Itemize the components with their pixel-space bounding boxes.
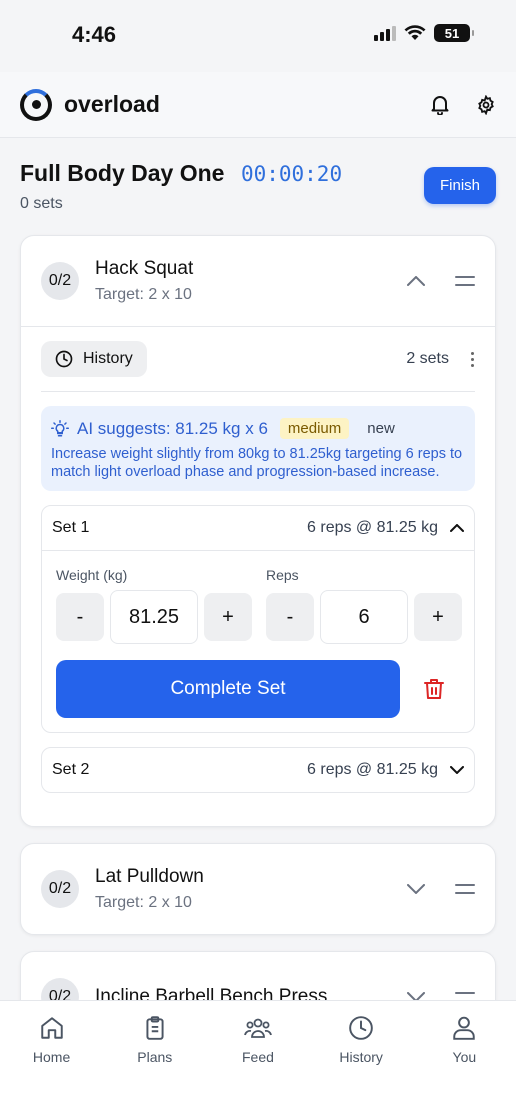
exercise-name: Lat Pulldown	[95, 866, 204, 887]
workout-header: Full Body Day One 00:00:20 0 sets Finish	[20, 160, 496, 213]
home-icon	[40, 1017, 63, 1039]
chevron-down-icon[interactable]	[407, 884, 425, 894]
nav-label: Feed	[242, 1049, 274, 1065]
weight-stepper: - 81.25 +	[56, 590, 252, 644]
reps-input[interactable]: 6	[320, 590, 408, 644]
set-panel-1: Set 1 6 reps @ 81.25 kg Weight (kg) Reps…	[41, 505, 475, 733]
ai-status-label: new	[367, 420, 395, 437]
workout-title: Full Body Day One	[20, 160, 225, 186]
bottom-nav: Home Plans Feed History You	[0, 1000, 516, 1118]
exercise-card-lat-pulldown: 0/2 Lat Pulldown Target: 2 x 10	[20, 843, 496, 935]
exercise-card-tools	[407, 276, 475, 286]
settings-gear-icon[interactable]	[476, 94, 496, 115]
nav-you[interactable]: You	[424, 1015, 504, 1118]
exercise-sets-label: 2 sets	[406, 350, 449, 367]
people-icon	[244, 1018, 272, 1038]
set-summary: 6 reps @ 81.25 kg	[307, 761, 438, 778]
nav-label: Plans	[137, 1049, 173, 1065]
drag-handle-icon[interactable]	[455, 276, 475, 286]
ai-suggestion-header: AI suggests: 81.25 kg x 6 medium new	[51, 418, 465, 439]
exercise-card-header[interactable]: 0/2 Lat Pulldown Target: 2 x 10	[21, 844, 495, 934]
reps-decrement-button[interactable]: -	[266, 593, 314, 641]
chevron-up-icon[interactable]	[407, 276, 425, 286]
history-label: History	[83, 350, 133, 367]
set-summary: 6 reps @ 81.25 kg	[307, 519, 438, 536]
exercise-info: Lat Pulldown Target: 2 x 10	[95, 866, 204, 912]
exercise-name: Hack Squat	[95, 258, 194, 279]
app-header: overload	[0, 72, 516, 138]
brand-name: overload	[64, 91, 160, 117]
reps-increment-button[interactable]: +	[414, 593, 462, 641]
finish-button[interactable]: Finish	[423, 167, 496, 204]
clock-icon	[55, 350, 73, 368]
set-name: Set 1	[52, 519, 90, 536]
exercise-target: Target: 2 x 10	[95, 894, 192, 911]
weight-input[interactable]: 81.25	[110, 590, 198, 644]
exercise-progress-badge: 0/2	[41, 262, 79, 300]
nav-home[interactable]: Home	[12, 1015, 92, 1118]
battery-icon: 51	[434, 24, 474, 42]
ai-suggestion: AI suggests: 81.25 kg x 6 medium new Inc…	[41, 406, 475, 491]
complete-row: Complete Set	[56, 660, 460, 718]
ai-suggestion-description: Increase weight slightly from 80kg to 81…	[51, 446, 463, 480]
set-header-1[interactable]: Set 1 6 reps @ 81.25 kg	[42, 506, 474, 550]
exercise-card-hack-squat: 0/2 Hack Squat Target: 2 x 10 History 2 …	[20, 235, 496, 827]
nav-label: You	[452, 1049, 477, 1065]
signal-icon	[374, 25, 396, 41]
lightbulb-icon	[51, 419, 69, 436]
set-header-2[interactable]: Set 2 6 reps @ 81.25 kg	[42, 748, 474, 792]
clipboard-icon	[146, 1016, 164, 1040]
set-steppers: - 81.25 + - 6 +	[56, 590, 462, 644]
reps-label: Reps	[266, 567, 299, 583]
more-options-icon[interactable]	[469, 351, 475, 367]
user-icon	[453, 1016, 476, 1040]
complete-set-button[interactable]: Complete Set	[56, 660, 400, 718]
header-actions	[430, 94, 496, 115]
workout-timer: 00:00:20	[240, 162, 343, 186]
delete-trash-icon[interactable]	[424, 678, 444, 700]
exercise-target: Target: 2 x 10	[95, 286, 192, 303]
drag-handle-icon[interactable]	[455, 884, 475, 894]
exercise-card-header[interactable]: 0/2 Hack Squat Target: 2 x 10	[21, 236, 495, 326]
weight-increment-button[interactable]: +	[204, 593, 252, 641]
exercise-card-tools	[407, 884, 475, 894]
set-editor: Weight (kg) Reps - 81.25 + - 6 + Complet…	[42, 550, 474, 732]
set-field-labels: Weight (kg) Reps	[56, 567, 460, 583]
chevron-down-icon[interactable]	[450, 766, 464, 774]
chevron-up-icon[interactable]	[450, 524, 464, 532]
set-panel-2: Set 2 6 reps @ 81.25 kg	[41, 747, 475, 793]
status-bar: 4:46 51	[0, 0, 516, 72]
set-name: Set 2	[52, 761, 90, 778]
exercise-progress-badge: 0/2	[41, 870, 79, 908]
status-time: 4:46	[72, 22, 117, 47]
reps-stepper: - 6 +	[266, 590, 462, 644]
weight-label: Weight (kg)	[56, 567, 128, 583]
logo-icon	[20, 88, 52, 121]
nav-feed[interactable]: Feed	[218, 1015, 298, 1118]
exercise-info: Hack Squat Target: 2 x 10	[95, 258, 193, 304]
wifi-icon	[404, 25, 426, 40]
nav-label: Home	[32, 1049, 71, 1065]
nav-history[interactable]: History	[321, 1015, 401, 1118]
nav-plans[interactable]: Plans	[115, 1015, 195, 1118]
battery-level: 51	[444, 25, 460, 41]
weight-decrement-button[interactable]: -	[56, 593, 104, 641]
nav-label: History	[339, 1049, 383, 1065]
history-row: History 2 sets	[41, 341, 475, 392]
clock-icon	[349, 1016, 373, 1040]
notifications-bell-icon[interactable]	[430, 95, 450, 115]
ai-suggestion-title: AI suggests: 81.25 kg x 6	[77, 418, 268, 438]
ai-confidence-badge: medium	[279, 418, 350, 439]
exercise-card-body: History 2 sets AI suggests: 81.25 kg x 6…	[21, 326, 495, 813]
history-button[interactable]: History	[41, 341, 147, 377]
status-icons: 51	[374, 24, 474, 42]
